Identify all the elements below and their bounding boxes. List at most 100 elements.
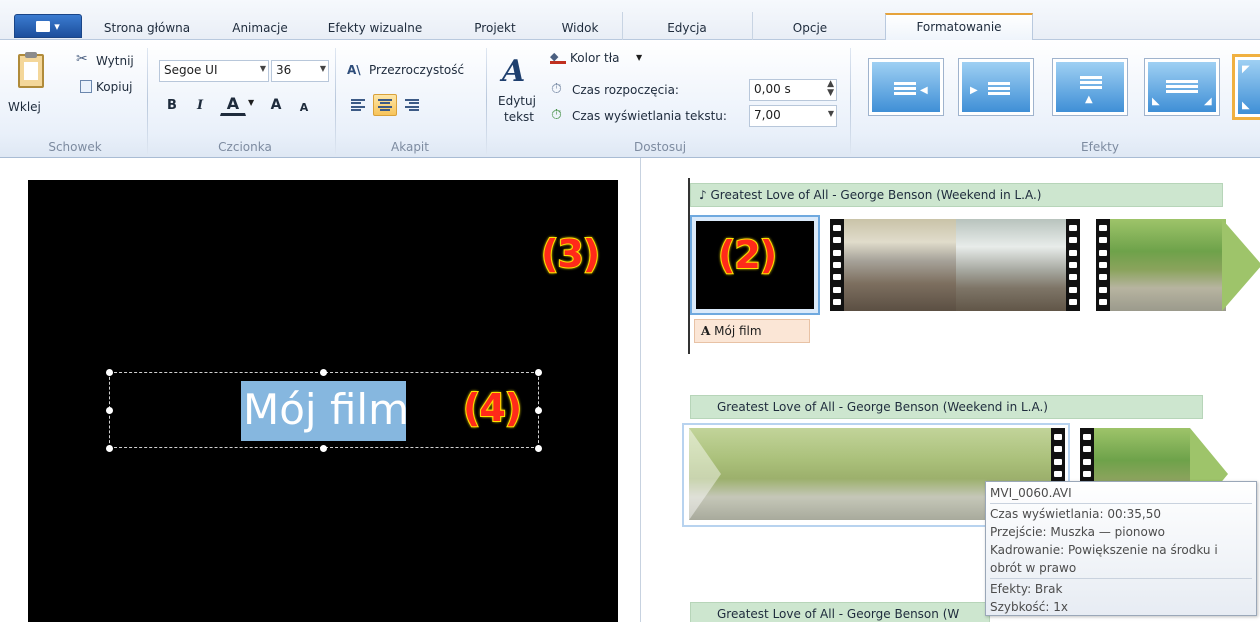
- music-track-2[interactable]: Greatest Love of All - George Benson (We…: [690, 395, 1203, 419]
- ribbon-panel: Wklej ✂ Wytnij Kopiuj Schowek Segoe UI ▼…: [0, 40, 1260, 158]
- edit-text-label-line1: Edytuj: [498, 94, 536, 108]
- font-color-button[interactable]: A: [220, 92, 246, 116]
- caption-item-label: Mój film: [714, 324, 762, 338]
- caption-text-selected[interactable]: Mój film: [241, 381, 409, 441]
- spinner-icon: ▲ ▼: [827, 79, 834, 98]
- pane-splitter[interactable]: [640, 158, 641, 622]
- pen-edit-icon: A: [502, 54, 526, 89]
- chevron-down-icon: ▼: [248, 98, 255, 107]
- bold-button[interactable]: B: [160, 94, 184, 116]
- music-track-label: Greatest Love of All - George Benson (W: [717, 607, 960, 621]
- duration-label: Czas wyświetlania tekstu:: [572, 109, 727, 123]
- resize-handle[interactable]: [535, 407, 542, 414]
- background-color-label: Kolor tła: [570, 51, 620, 65]
- font-size-select[interactable]: 36 ▼: [271, 60, 329, 82]
- resize-handle[interactable]: [320, 369, 327, 376]
- effect-thumbnail: ◀: [872, 62, 940, 112]
- annotation-marker-4: (4): [462, 385, 523, 431]
- annotation-marker-2: (2): [717, 232, 778, 278]
- chevron-down-icon: ▼: [319, 64, 326, 73]
- resize-handle[interactable]: [535, 445, 542, 452]
- music-track-1[interactable]: ♪ Greatest Love of All - George Benson (…: [690, 183, 1223, 207]
- edit-text-label-line2: tekst: [504, 110, 534, 124]
- cut-button[interactable]: ✂ Wytnij: [76, 51, 146, 73]
- tab-home[interactable]: Strona główna: [92, 18, 202, 40]
- tab-edit[interactable]: Edycja: [632, 18, 742, 40]
- start-time-value: 0,00 s: [754, 82, 791, 96]
- transparency-icon: A\: [347, 63, 361, 77]
- italic-button[interactable]: I: [188, 94, 212, 116]
- tab-divider: [752, 12, 753, 40]
- tooltip-framing-cont: obrót w prawo: [990, 561, 1077, 575]
- copy-button[interactable]: Kopiuj: [80, 77, 150, 97]
- video-clip-nature[interactable]: [1096, 219, 1226, 311]
- tab-formatting[interactable]: Formatowanie: [885, 13, 1033, 41]
- music-track-3[interactable]: Greatest Love of All - George Benson (W: [690, 602, 990, 622]
- group-divider: [486, 48, 487, 154]
- background-color-button[interactable]: ◆ Kolor tła ▼: [550, 50, 650, 70]
- group-label-efekty: Efekty: [1081, 140, 1119, 154]
- video-clip-train[interactable]: [830, 219, 1080, 311]
- tooltip-divider: [990, 503, 1252, 504]
- tab-view[interactable]: Widok: [550, 18, 610, 40]
- clipboard-icon: [18, 52, 44, 88]
- align-right-button[interactable]: [400, 94, 424, 116]
- group-label-czcionka: Czcionka: [218, 140, 272, 154]
- align-center-icon: [378, 99, 392, 111]
- font-family-select[interactable]: Segoe UI ▼: [159, 60, 269, 82]
- align-center-button[interactable]: [373, 94, 397, 116]
- duration-select[interactable]: 7,00 ▼: [749, 105, 837, 127]
- tooltip-speed: Szybkość: 1x: [990, 600, 1068, 614]
- effect-fly-in-left[interactable]: ◀: [868, 58, 944, 116]
- effect-thumbnail: ▶: [962, 62, 1030, 112]
- group-label-akapit: Akapit: [391, 140, 429, 154]
- align-left-icon: [351, 99, 365, 111]
- effect-zoom[interactable]: ◣ ◢: [1144, 58, 1220, 116]
- app-menu-icon: [36, 20, 51, 32]
- resize-handle[interactable]: [106, 445, 113, 452]
- caption-item[interactable]: A Mój film: [694, 319, 810, 343]
- group-label-schowek: Schowek: [48, 140, 102, 154]
- start-time-label: Czas rozpoczęcia:: [572, 83, 679, 97]
- transparency-label: Przezroczystość: [369, 63, 465, 77]
- group-label-dostosuj: Dostosuj: [633, 140, 687, 154]
- transition-marker-icon: [689, 428, 721, 520]
- edit-text-button[interactable]: A Edytuj tekst: [496, 52, 542, 132]
- app-menu-button[interactable]: ▾: [14, 14, 82, 38]
- font-size-value: 36: [276, 63, 292, 77]
- annotation-marker-3: (3): [540, 231, 601, 277]
- movie-maker-window: ▾ Strona główna Animacje Efekty wizualne…: [0, 0, 1260, 622]
- resize-handle[interactable]: [320, 445, 327, 452]
- effect-selected[interactable]: ◤ ◣: [1232, 54, 1260, 120]
- group-divider: [147, 48, 148, 154]
- grow-font-button[interactable]: A: [264, 94, 288, 116]
- effect-fly-in-right[interactable]: ▶: [958, 58, 1034, 116]
- paste-button[interactable]: Wklej: [8, 52, 58, 122]
- font-family-value: Segoe UI: [164, 63, 218, 77]
- resize-handle[interactable]: [106, 369, 113, 376]
- film-sprocket: [1066, 219, 1080, 311]
- group-divider: [850, 48, 851, 154]
- tab-visual-effects[interactable]: Efekty wizualne: [320, 18, 430, 40]
- music-note-icon: ♪: [699, 188, 707, 202]
- tab-options[interactable]: Opcje: [760, 18, 860, 40]
- effect-thumbnail: ▲: [1056, 62, 1124, 112]
- tooltip-divider: [990, 578, 1252, 579]
- tab-animations[interactable]: Animacje: [215, 18, 305, 40]
- tooltip-transition: Przejście: Muszka — pionowo: [990, 525, 1166, 539]
- align-left-button[interactable]: [346, 94, 370, 116]
- transition-arrow-icon: [1222, 219, 1260, 311]
- resize-handle[interactable]: [106, 407, 113, 414]
- clip-frame: [1110, 219, 1226, 311]
- chevron-down-icon: ▼: [636, 53, 643, 62]
- effect-fly-in-bottom[interactable]: ▲: [1052, 58, 1128, 116]
- tab-project[interactable]: Projekt: [460, 18, 530, 40]
- shrink-font-button[interactable]: A: [292, 96, 316, 118]
- start-time-input[interactable]: 0,00 s ▲ ▼: [749, 79, 837, 101]
- stopwatch-icon: ⏱: [551, 81, 562, 97]
- chevron-down-icon: ▼: [827, 109, 834, 118]
- transparency-button[interactable]: A\ Przezroczystość: [347, 62, 477, 82]
- effect-thumbnail: ◤ ◣: [1238, 60, 1260, 114]
- caption-text-icon: A: [701, 324, 711, 338]
- resize-handle[interactable]: [535, 369, 542, 376]
